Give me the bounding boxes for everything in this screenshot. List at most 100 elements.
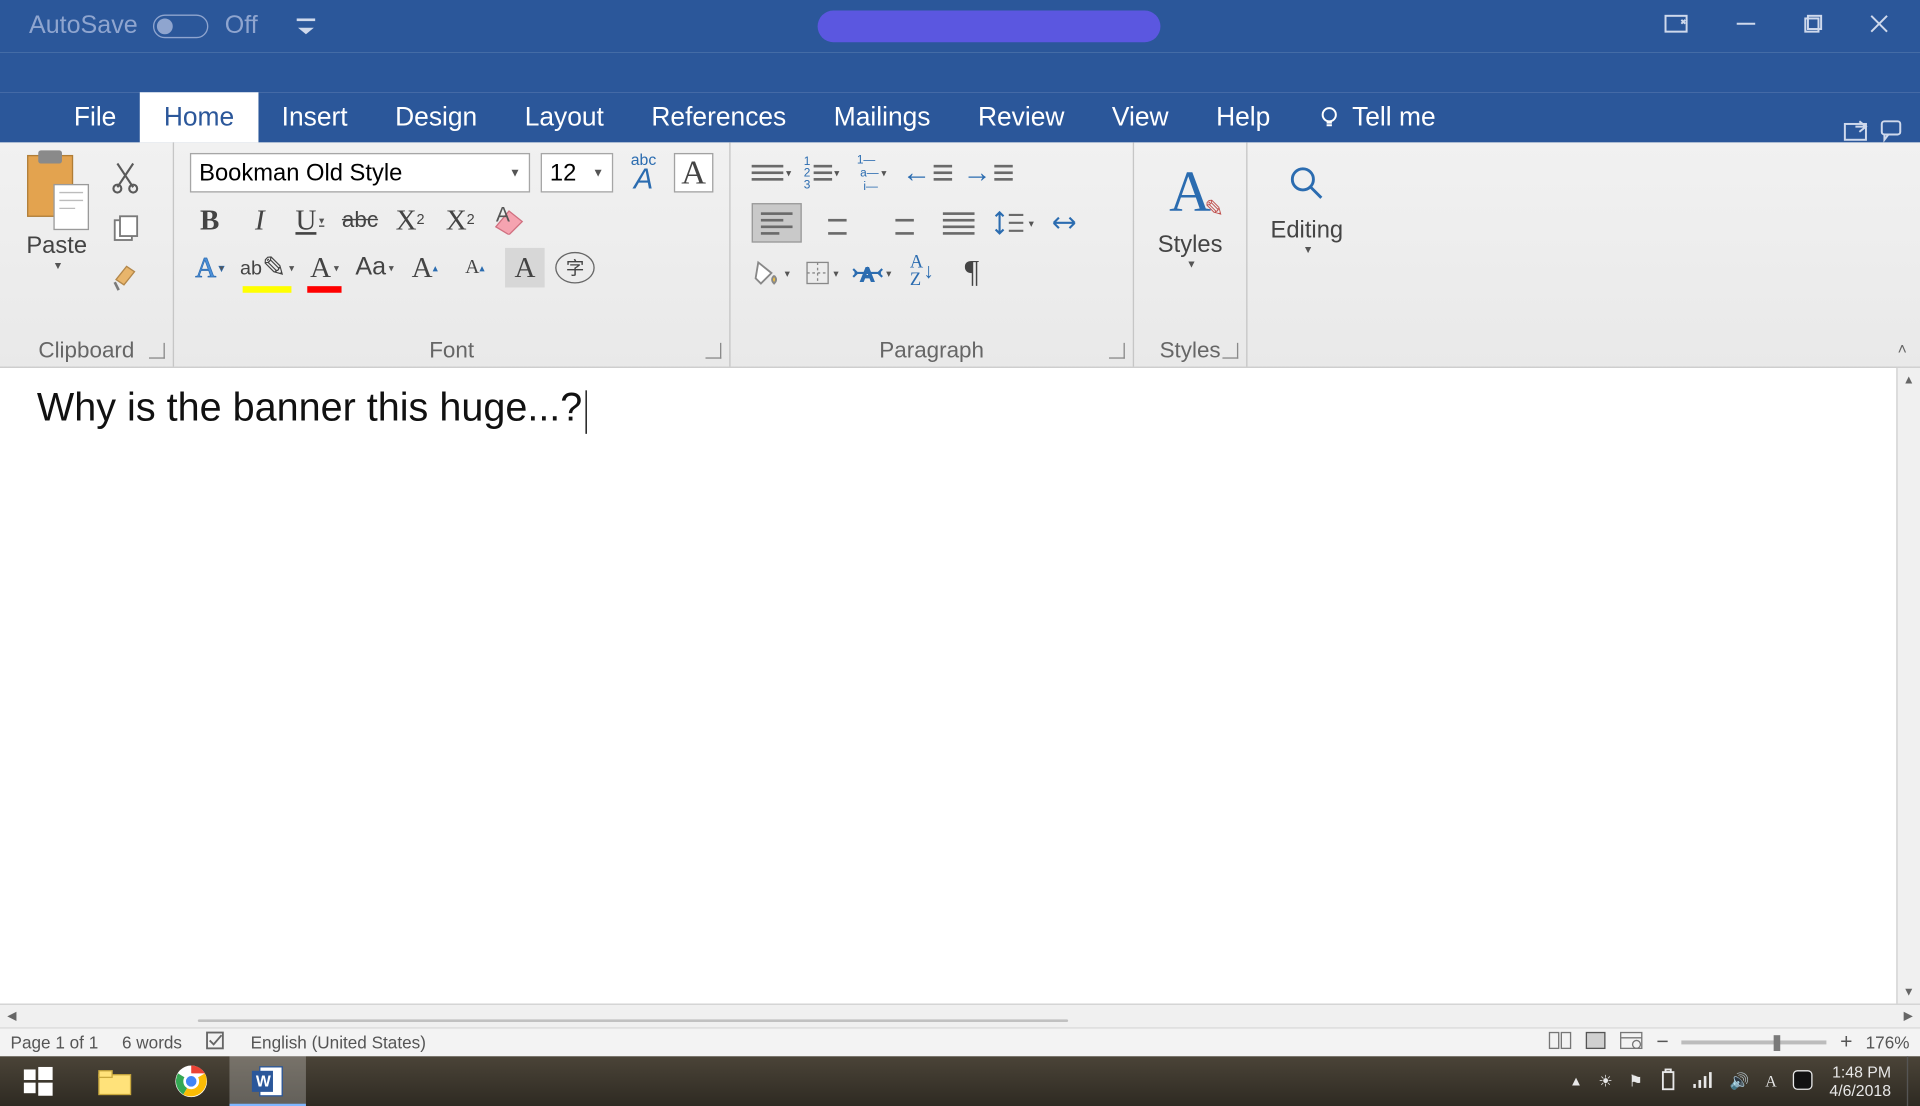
tab-home[interactable]: Home [140, 92, 258, 142]
start-button[interactable] [0, 1056, 76, 1106]
scroll-left-icon[interactable]: ◀ [0, 1009, 24, 1024]
scroll-right-icon[interactable]: ▶ [1896, 1009, 1920, 1024]
scroll-up-icon[interactable]: ▲ [1898, 368, 1920, 392]
tab-insert[interactable]: Insert [258, 92, 371, 142]
styles-gallery-icon[interactable]: A✎ [1169, 158, 1211, 225]
eraser-icon[interactable]: A [491, 200, 531, 240]
show-desktop-button[interactable] [1907, 1056, 1915, 1106]
share-icon[interactable] [1844, 119, 1873, 143]
dialog-launcher-icon[interactable] [149, 343, 165, 359]
superscript-button[interactable]: X2 [440, 200, 480, 240]
tab-review[interactable]: Review [954, 92, 1088, 142]
borders-button[interactable]: ▾ [802, 253, 842, 293]
autosave-toggle[interactable]: AutoSave Off [29, 12, 258, 41]
format-painter-icon[interactable] [111, 261, 143, 293]
text-effects-button[interactable]: A▾ [190, 248, 230, 288]
volume-icon[interactable]: 🔊 [1730, 1072, 1750, 1090]
font-size-combo[interactable]: 12▼ [541, 153, 614, 193]
wifi-icon[interactable] [1693, 1070, 1714, 1092]
paste-button[interactable]: Paste ▼ [11, 148, 103, 335]
close-button[interactable] [1870, 14, 1888, 39]
enclose-characters-button[interactable]: 字 [555, 252, 595, 284]
align-left-button[interactable] [752, 203, 802, 243]
justify-button[interactable] [934, 203, 984, 243]
bold-button[interactable]: B [190, 200, 230, 240]
input-indicator[interactable]: A [1765, 1071, 1776, 1091]
print-layout-icon[interactable] [1585, 1031, 1606, 1053]
weather-icon[interactable]: ☀ [1598, 1072, 1612, 1090]
line-spacing-button[interactable]: ▾ [994, 203, 1034, 243]
read-mode-icon[interactable] [1548, 1031, 1572, 1053]
bullets-button[interactable]: ▾ [752, 153, 792, 193]
editing-button-label[interactable]: Editing [1271, 216, 1344, 244]
scroll-thumb[interactable] [198, 1019, 1068, 1022]
shading-button[interactable]: ▾ [752, 253, 792, 293]
clear-formatting-button[interactable]: abcA [624, 153, 664, 193]
phonetic-guide-button[interactable]: A [674, 153, 714, 193]
dialog-launcher-icon[interactable] [1222, 343, 1238, 359]
font-name-combo[interactable]: Bookman Old Style▼ [190, 153, 530, 193]
copy-icon[interactable] [112, 214, 141, 243]
tab-mailings[interactable]: Mailings [810, 92, 954, 142]
notification-icon[interactable] [1792, 1069, 1813, 1094]
word-icon[interactable]: W [229, 1056, 305, 1106]
italic-button[interactable]: I [240, 200, 280, 240]
cut-icon[interactable] [112, 161, 141, 195]
find-icon[interactable] [1287, 164, 1327, 204]
asian-layout-button[interactable]: A▾ [852, 253, 892, 293]
minimize-button[interactable] [1735, 14, 1756, 39]
show-hide-button[interactable]: ¶ [952, 253, 992, 293]
align-right-button[interactable] [873, 203, 923, 243]
collapse-ribbon-icon[interactable]: ˄ [1898, 340, 1907, 358]
tab-layout[interactable]: Layout [501, 92, 628, 142]
zoom-level[interactable]: 176% [1866, 1033, 1910, 1053]
numbering-button[interactable]: 123▾ [802, 153, 842, 193]
distributed-button[interactable] [1044, 203, 1084, 243]
vertical-scrollbar[interactable]: ▲ ▼ [1896, 368, 1920, 1004]
align-center-button[interactable] [812, 203, 862, 243]
ribbon-display-options-icon[interactable] [1664, 14, 1688, 39]
subscript-button[interactable]: X2 [390, 200, 430, 240]
strikethrough-button[interactable]: abc [340, 200, 380, 240]
tab-file[interactable]: File [50, 92, 140, 142]
tell-me-search[interactable]: Tell me [1294, 92, 1459, 142]
document-page[interactable]: Why is the banner this huge...? [0, 368, 1896, 1004]
file-explorer-icon[interactable] [76, 1056, 152, 1106]
tab-help[interactable]: Help [1192, 92, 1294, 142]
chrome-icon[interactable] [153, 1056, 229, 1106]
highlight-button[interactable]: ab✎▾ [240, 248, 294, 288]
styles-button-label[interactable]: Styles [1158, 231, 1223, 259]
character-shading-button[interactable]: A [505, 248, 545, 288]
change-case-button[interactable]: Aa▾ [355, 248, 395, 288]
increase-indent-button[interactable]: → [963, 153, 1013, 193]
scroll-down-icon[interactable]: ▼ [1898, 980, 1920, 1004]
decrease-indent-button[interactable]: ← [902, 153, 952, 193]
web-layout-icon[interactable] [1619, 1031, 1643, 1053]
action-center-icon[interactable]: ⚑ [1628, 1072, 1642, 1090]
underline-button[interactable]: U▾ [290, 200, 330, 240]
zoom-thumb[interactable] [1774, 1035, 1781, 1051]
taskbar-clock[interactable]: 1:48 PM 4/6/2018 [1829, 1062, 1891, 1100]
tray-overflow-icon[interactable]: ▲ [1570, 1074, 1583, 1089]
zoom-out-button[interactable]: − [1656, 1031, 1668, 1055]
dialog-launcher-icon[interactable] [1109, 343, 1125, 359]
comments-icon[interactable] [1880, 119, 1906, 143]
proofing-icon[interactable] [206, 1031, 227, 1053]
sort-button[interactable]: AZ↓ [902, 253, 942, 293]
zoom-slider[interactable] [1682, 1040, 1827, 1044]
maximize-button[interactable] [1804, 14, 1822, 39]
qat-customize-button[interactable] [297, 18, 315, 34]
tab-view[interactable]: View [1088, 92, 1192, 142]
word-count[interactable]: 6 words [122, 1033, 182, 1053]
multilevel-list-button[interactable]: 1— a— i—▾ [852, 153, 892, 193]
font-color-button[interactable]: A▾ [305, 248, 345, 288]
horizontal-scrollbar[interactable]: ◀ ▶ [0, 1004, 1920, 1028]
tab-design[interactable]: Design [371, 92, 501, 142]
dialog-launcher-icon[interactable] [706, 343, 722, 359]
grow-font-button[interactable]: A▴ [405, 248, 445, 288]
language-status[interactable]: English (United States) [251, 1033, 426, 1053]
page-count[interactable]: Page 1 of 1 [11, 1033, 99, 1053]
shrink-font-button[interactable]: A▴ [455, 248, 495, 288]
tab-references[interactable]: References [628, 92, 810, 142]
battery-icon[interactable] [1658, 1067, 1676, 1095]
